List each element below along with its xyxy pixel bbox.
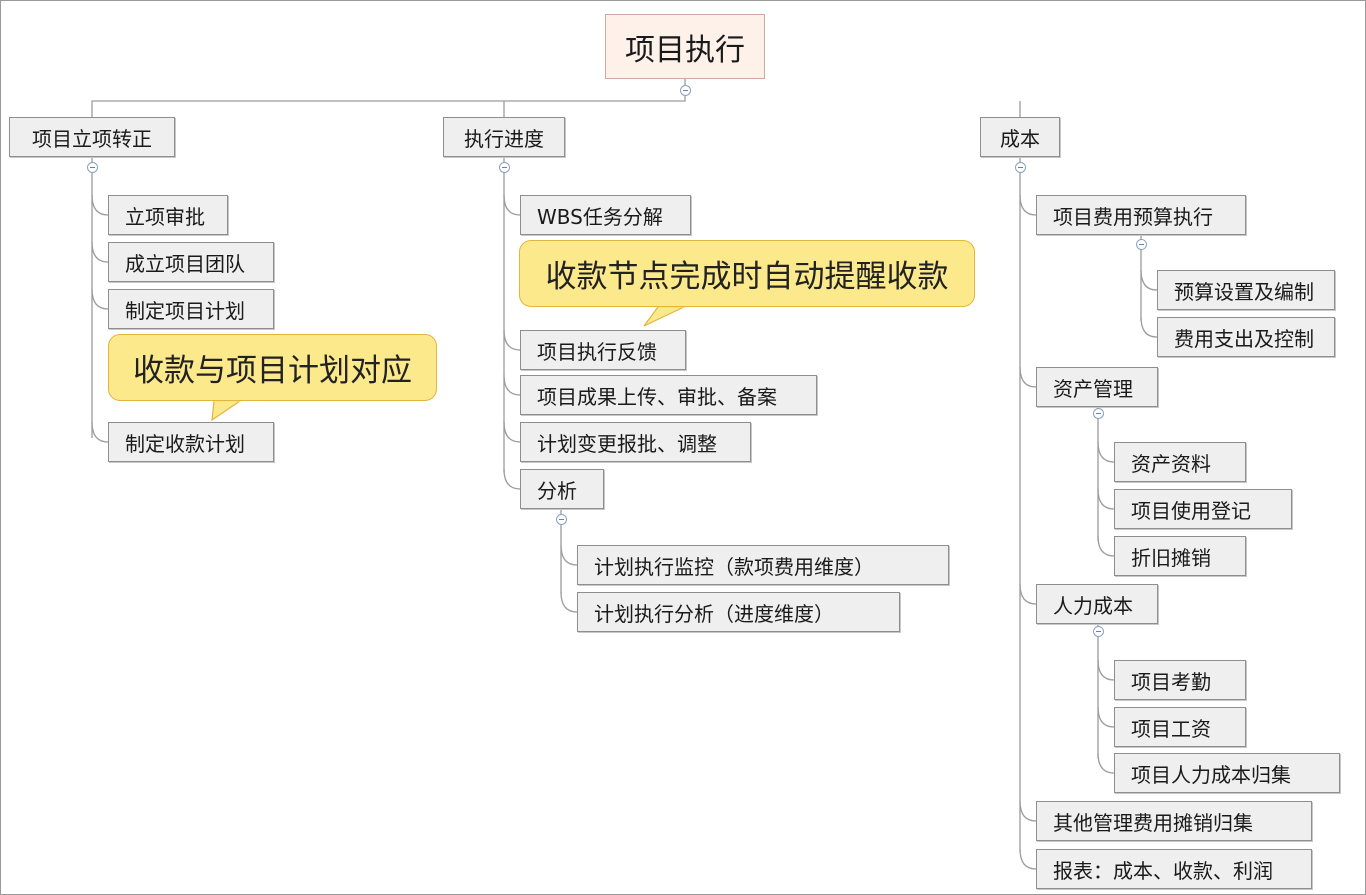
callout-auto-reminder-text: 收款节点完成时自动提醒收款 — [545, 259, 949, 295]
initiation-item[interactable]: 立项审批 — [108, 195, 228, 235]
collapse-initiation-icon[interactable] — [87, 162, 98, 173]
progress-item[interactable]: 项目成果上传、审批、备案 — [520, 375, 817, 415]
progress-item[interactable]: 项目执行反馈 — [520, 330, 686, 370]
initiation-item[interactable]: 成立项目团队 — [108, 242, 274, 282]
assets-item[interactable]: 折旧摊销 — [1114, 536, 1246, 576]
initiation-item-label: 成立项目团队 — [125, 251, 245, 276]
branch-cost-label: 成本 — [1000, 126, 1040, 151]
hr-item-label: 项目考勤 — [1131, 669, 1211, 694]
branch-cost[interactable]: 成本 — [980, 117, 1060, 157]
callout-payment-plan: 收款与项目计划对应 — [108, 334, 437, 401]
root-node[interactable]: 项目执行 — [605, 14, 765, 79]
hr-node-label: 人力成本 — [1053, 593, 1133, 618]
analysis-node-label: 分析 — [537, 478, 577, 503]
analysis-item-label: 计划执行监控（款项费用维度） — [594, 554, 874, 579]
root-label: 项目执行 — [625, 32, 745, 68]
collapse-hr-icon[interactable] — [1093, 626, 1104, 637]
collapse-analysis-icon[interactable] — [556, 514, 567, 525]
budget-node[interactable]: 项目费用预算执行 — [1036, 195, 1246, 235]
assets-item-label: 项目使用登记 — [1131, 498, 1251, 523]
initiation-item[interactable]: 制定收款计划 — [108, 422, 274, 462]
hr-item[interactable]: 项目考勤 — [1114, 660, 1246, 700]
budget-item-label: 费用支出及控制 — [1174, 326, 1314, 351]
collapse-budget-icon[interactable] — [1136, 239, 1147, 250]
assets-item[interactable]: 资产资料 — [1114, 442, 1246, 482]
hr-item[interactable]: 项目人力成本归集 — [1114, 753, 1340, 793]
budget-item[interactable]: 费用支出及控制 — [1157, 317, 1335, 357]
branch-progress-label: 执行进度 — [464, 126, 544, 151]
callout-payment-plan-text: 收款与项目计划对应 — [133, 353, 412, 389]
analysis-node[interactable]: 分析 — [520, 469, 604, 509]
initiation-item-label: 制定收款计划 — [125, 431, 245, 456]
assets-item[interactable]: 项目使用登记 — [1114, 489, 1292, 529]
initiation-item-label: 制定项目计划 — [125, 298, 245, 323]
analysis-item[interactable]: 计划执行分析（进度维度） — [577, 592, 900, 632]
hr-item[interactable]: 项目工资 — [1114, 707, 1246, 747]
branch-initiation-label: 项目立项转正 — [32, 126, 152, 151]
callout-auto-reminder: 收款节点完成时自动提醒收款 — [519, 240, 975, 307]
budget-node-label: 项目费用预算执行 — [1053, 204, 1213, 229]
budget-item[interactable]: 预算设置及编制 — [1157, 270, 1335, 310]
report-node[interactable]: 报表：成本、收款、利润 — [1036, 849, 1312, 889]
progress-item-label: 项目成果上传、审批、备案 — [537, 384, 777, 409]
hr-item-label: 项目工资 — [1131, 716, 1211, 741]
assets-item-label: 资产资料 — [1131, 451, 1211, 476]
progress-item[interactable]: 计划变更报批、调整 — [520, 422, 751, 462]
other-expense-node[interactable]: 其他管理费用摊销归集 — [1036, 801, 1312, 841]
branch-initiation[interactable]: 项目立项转正 — [9, 117, 175, 157]
collapse-root-icon[interactable] — [680, 85, 691, 96]
budget-item-label: 预算设置及编制 — [1174, 279, 1314, 304]
collapse-cost-icon[interactable] — [1015, 162, 1026, 173]
initiation-item-label: 立项审批 — [125, 204, 205, 229]
assets-item-label: 折旧摊销 — [1131, 545, 1211, 570]
other-expense-label: 其他管理费用摊销归集 — [1053, 810, 1253, 835]
collapse-assets-icon[interactable] — [1093, 408, 1104, 419]
progress-item-label: 计划变更报批、调整 — [537, 431, 717, 456]
progress-item-label: WBS任务分解 — [537, 204, 663, 229]
hr-item-label: 项目人力成本归集 — [1131, 762, 1291, 787]
assets-node-label: 资产管理 — [1053, 376, 1133, 401]
progress-item-label: 项目执行反馈 — [537, 339, 657, 364]
analysis-item[interactable]: 计划执行监控（款项费用维度） — [577, 545, 949, 585]
report-label: 报表：成本、收款、利润 — [1053, 858, 1273, 883]
initiation-item[interactable]: 制定项目计划 — [108, 289, 274, 329]
progress-item[interactable]: WBS任务分解 — [520, 195, 691, 235]
hr-node[interactable]: 人力成本 — [1036, 584, 1158, 624]
collapse-progress-icon[interactable] — [499, 162, 510, 173]
assets-node[interactable]: 资产管理 — [1036, 367, 1158, 407]
analysis-item-label: 计划执行分析（进度维度） — [594, 601, 834, 626]
branch-progress[interactable]: 执行进度 — [443, 117, 565, 157]
